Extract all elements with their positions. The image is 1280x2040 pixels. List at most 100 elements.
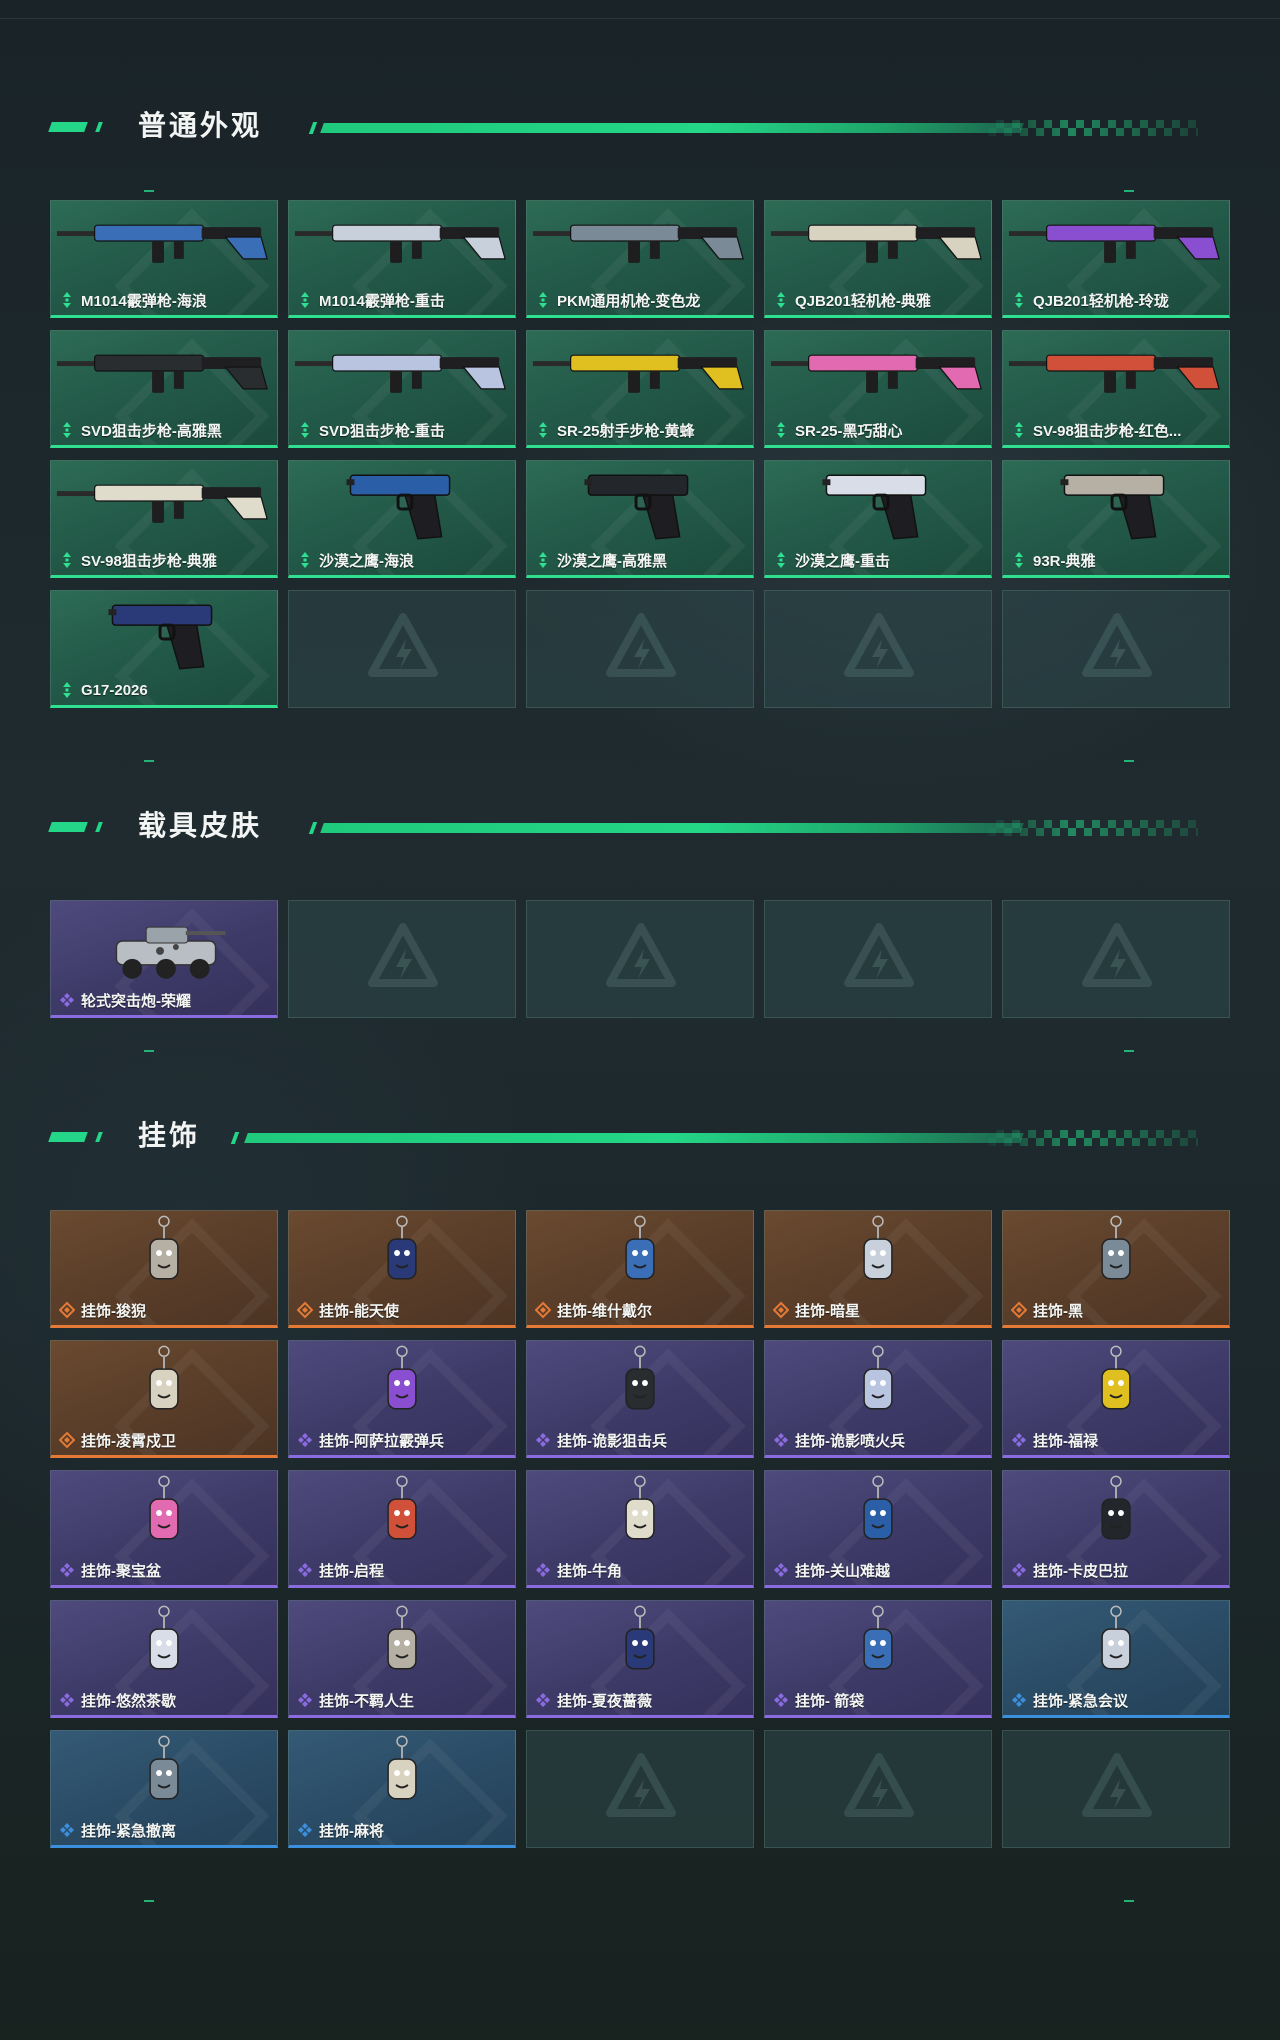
item-card[interactable]: 挂饰-暗星 bbox=[764, 1210, 992, 1328]
charm-icon bbox=[863, 1475, 893, 1540]
item-card[interactable]: 93R-典雅 bbox=[1002, 460, 1230, 578]
item-name: 挂饰-牛角 bbox=[557, 1562, 622, 1580]
item-card[interactable]: SV-98狙击步枪-红色... bbox=[1002, 330, 1230, 448]
pistol-icon bbox=[1060, 474, 1165, 540]
item-label: M1014霰弹枪-海浪 bbox=[59, 289, 271, 311]
section-header-vehicle-skins: 载具皮肤 bbox=[0, 806, 1280, 846]
item-card[interactable]: 挂饰-悠然茶歇 bbox=[50, 1600, 278, 1718]
charm-icon bbox=[1101, 1215, 1131, 1280]
brand-logo-placeholder-icon bbox=[1082, 1753, 1152, 1817]
item-card[interactable]: 挂饰-紧急会议 bbox=[1002, 1600, 1230, 1718]
item-name: SVD狙击步枪-重击 bbox=[319, 422, 445, 440]
rarity-icon bbox=[539, 292, 547, 308]
item-card[interactable]: QJB201轻机枪-典雅 bbox=[764, 200, 992, 318]
rarity-icon bbox=[298, 1823, 312, 1837]
pistol-icon bbox=[584, 474, 689, 540]
header-bar bbox=[320, 823, 1024, 833]
item-card[interactable]: SR-25射手步枪-黄蜂 bbox=[526, 330, 754, 448]
item-name: 挂饰-紧急撤离 bbox=[81, 1822, 176, 1840]
item-name: G17-2026 bbox=[81, 681, 148, 699]
item-card[interactable]: 挂饰-能天使 bbox=[288, 1210, 516, 1328]
item-card[interactable]: SR-25-黑巧甜心 bbox=[764, 330, 992, 448]
empty-slot bbox=[1002, 1730, 1230, 1848]
item-card[interactable]: 挂饰-维什戴尔 bbox=[526, 1210, 754, 1328]
brand-logo-placeholder-icon bbox=[606, 613, 676, 677]
item-label: 挂饰-麻将 bbox=[297, 1819, 509, 1841]
item-card[interactable]: SV-98狙击步枪-典雅 bbox=[50, 460, 278, 578]
item-label: 沙漠之鹰-重击 bbox=[773, 549, 985, 571]
item-name: 沙漠之鹰-重击 bbox=[795, 552, 890, 570]
rarity-icon bbox=[301, 422, 309, 438]
rarity-icon bbox=[60, 1563, 74, 1577]
brand-logo-placeholder-icon bbox=[844, 923, 914, 987]
item-label: 挂饰-维什戴尔 bbox=[535, 1299, 747, 1321]
item-name: 挂饰-卡皮巴拉 bbox=[1033, 1562, 1128, 1580]
item-label: 挂饰-启程 bbox=[297, 1559, 509, 1581]
empty-slot bbox=[526, 900, 754, 1018]
charm-icon bbox=[1101, 1345, 1131, 1410]
header-accent bbox=[48, 1132, 88, 1142]
item-card[interactable]: 轮式突击炮-荣耀 bbox=[50, 900, 278, 1018]
item-label: G17-2026 bbox=[59, 679, 271, 701]
charm-icon bbox=[625, 1345, 655, 1410]
item-card[interactable]: 沙漠之鹰-重击 bbox=[764, 460, 992, 578]
item-card[interactable]: 挂饰-阿萨拉霰弹兵 bbox=[288, 1340, 516, 1458]
item-card[interactable]: G17-2026 bbox=[50, 590, 278, 708]
item-label: 挂饰-不羁人生 bbox=[297, 1689, 509, 1711]
item-card[interactable]: 挂饰-黑 bbox=[1002, 1210, 1230, 1328]
rarity-icon bbox=[536, 1563, 550, 1577]
normal-skins-grid: M1014霰弹枪-海浪 M1014霰弹枪-重击 PKM通用机枪-变色龙 QJB2… bbox=[50, 200, 1230, 720]
rarity-icon bbox=[63, 292, 71, 308]
item-card[interactable]: SVD狙击步枪-高雅黑 bbox=[50, 330, 278, 448]
item-label: SVD狙击步枪-高雅黑 bbox=[59, 419, 271, 441]
item-name: 挂饰- 箭袋 bbox=[795, 1692, 865, 1710]
corner-tick bbox=[1124, 1050, 1134, 1052]
item-card[interactable]: QJB201轻机枪-玲珑 bbox=[1002, 200, 1230, 318]
item-card[interactable]: 挂饰-卡皮巴拉 bbox=[1002, 1470, 1230, 1588]
item-label: 挂饰-关山难越 bbox=[773, 1559, 985, 1581]
item-card[interactable]: 挂饰-不羁人生 bbox=[288, 1600, 516, 1718]
item-card[interactable]: 沙漠之鹰-海浪 bbox=[288, 460, 516, 578]
item-name: SR-25-黑巧甜心 bbox=[795, 422, 903, 440]
item-card[interactable]: 挂饰-启程 bbox=[288, 1470, 516, 1588]
shotgun-icon bbox=[56, 224, 268, 263]
rarity-icon bbox=[63, 552, 71, 568]
charm-icon bbox=[387, 1605, 417, 1670]
item-card[interactable]: 挂饰-牛角 bbox=[526, 1470, 754, 1588]
item-card[interactable]: M1014霰弹枪-重击 bbox=[288, 200, 516, 318]
rarity-icon bbox=[298, 1693, 312, 1707]
item-card[interactable]: 挂饰-聚宝盆 bbox=[50, 1470, 278, 1588]
charm-icon bbox=[863, 1215, 893, 1280]
item-name: 沙漠之鹰-海浪 bbox=[319, 552, 414, 570]
rarity-icon bbox=[777, 422, 785, 438]
item-card[interactable]: SVD狙击步枪-重击 bbox=[288, 330, 516, 448]
item-name: 挂饰-暗星 bbox=[795, 1302, 860, 1320]
item-card[interactable]: 挂饰-关山难越 bbox=[764, 1470, 992, 1588]
item-card[interactable]: 挂饰-诡影喷火兵 bbox=[764, 1340, 992, 1458]
item-card[interactable]: 挂饰-夏夜蔷薇 bbox=[526, 1600, 754, 1718]
charm-icon bbox=[387, 1475, 417, 1540]
brand-logo-placeholder-icon bbox=[1082, 923, 1152, 987]
item-card[interactable]: 挂饰-狻猊 bbox=[50, 1210, 278, 1328]
item-card[interactable]: PKM通用机枪-变色龙 bbox=[526, 200, 754, 318]
pistol-icon bbox=[346, 474, 451, 540]
rarity-icon bbox=[774, 1433, 788, 1447]
item-label: 挂饰-福禄 bbox=[1011, 1429, 1223, 1451]
item-name: 挂饰-阿萨拉霰弹兵 bbox=[319, 1432, 444, 1450]
vehicle-skins-grid: 轮式突击炮-荣耀 bbox=[50, 900, 1230, 1030]
item-card[interactable]: 挂饰-麻将 bbox=[288, 1730, 516, 1848]
item-card[interactable]: 挂饰-凌霄戍卫 bbox=[50, 1340, 278, 1458]
item-card[interactable]: 挂饰-诡影狙击兵 bbox=[526, 1340, 754, 1458]
item-label: SR-25-黑巧甜心 bbox=[773, 419, 985, 441]
item-name: 挂饰-诡影狙击兵 bbox=[557, 1432, 667, 1450]
empty-slot bbox=[764, 900, 992, 1018]
brand-logo-placeholder-icon bbox=[368, 923, 438, 987]
section-title: 挂饰 bbox=[138, 1120, 201, 1151]
item-card[interactable]: 沙漠之鹰-高雅黑 bbox=[526, 460, 754, 578]
marksman-rifle-icon bbox=[532, 354, 744, 393]
item-card[interactable]: 挂饰- 箭袋 bbox=[764, 1600, 992, 1718]
item-card[interactable]: 挂饰-紧急撤离 bbox=[50, 1730, 278, 1848]
item-card[interactable]: M1014霰弹枪-海浪 bbox=[50, 200, 278, 318]
item-card[interactable]: 挂饰-福禄 bbox=[1002, 1340, 1230, 1458]
item-name: 挂饰-紧急会议 bbox=[1033, 1692, 1128, 1710]
